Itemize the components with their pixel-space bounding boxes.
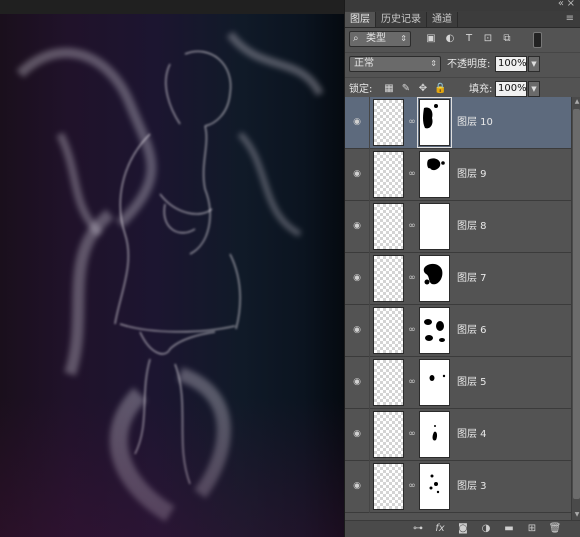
layer-mask-thumbnail[interactable] [419, 463, 450, 510]
smart-object-filter-icon[interactable]: ⧉ [501, 33, 513, 45]
layer-thumbnail [373, 255, 404, 302]
layer-row[interactable]: ◉ ∞ 图层 10 [345, 97, 571, 149]
layer-name[interactable]: 图层 5 [457, 377, 487, 389]
layer-row[interactable]: ◉ ∞ 图层 8 [345, 201, 571, 253]
fill-input[interactable]: 100% [495, 81, 527, 97]
layer-mask-thumbnail[interactable] [419, 411, 450, 458]
eye-icon[interactable]: ◉ [351, 429, 363, 439]
opacity-input[interactable]: 100% [495, 56, 527, 72]
lock-position-move-icon[interactable]: ✥ [417, 83, 429, 95]
layer-thumbnail [373, 307, 404, 354]
fill-dropdown-icon[interactable]: ▼ [528, 81, 540, 97]
document-canvas-area[interactable] [0, 0, 344, 537]
adjustment-layer-filter-icon[interactable]: ◐ [444, 33, 456, 45]
link-icon[interactable]: ∞ [408, 481, 416, 492]
shape-layer-filter-icon[interactable]: ⊡ [482, 33, 494, 45]
link-icon[interactable]: ∞ [408, 429, 416, 440]
group-folder-icon[interactable]: ▬ [502, 523, 516, 535]
new-layer-icon[interactable]: ⊞ [525, 523, 539, 535]
layers-panel: « × 图层 历史记录 通道 ≡ ⌕ 类型 ⇕ ▣ ◐ T ⊡ ⧉ 正常 ⇕ 不… [344, 0, 580, 537]
filter-kind-select[interactable]: ⌕ 类型 ⇕ [349, 31, 411, 47]
eye-icon[interactable]: ◉ [351, 481, 363, 491]
opacity-dropdown-icon[interactable]: ▼ [528, 56, 540, 72]
layers-panel-footer: ⊶ fx ◙ ◑ ▬ ⊞ 🗑 [345, 520, 580, 537]
updown-arrow-icon: ⇕ [400, 34, 407, 43]
layer-thumbnail [373, 151, 404, 198]
updown-arrow-icon: ⇕ [430, 59, 437, 68]
tab-channels[interactable]: 通道 [427, 12, 458, 27]
add-mask-icon[interactable]: ◙ [456, 523, 470, 535]
panel-menu-icon[interactable]: ≡ [566, 13, 574, 24]
layer-name[interactable]: 图层 3 [457, 481, 487, 493]
link-icon[interactable]: ∞ [408, 117, 416, 128]
adjustment-icon[interactable]: ◑ [479, 523, 493, 535]
opacity-label: 不透明度: [447, 59, 491, 70]
trash-icon[interactable]: 🗑 [548, 523, 562, 535]
layer-row[interactable]: ◉ ∞ 图层 6 [345, 305, 571, 357]
blend-opacity-row: 正常 ⇕ 不透明度: 100% ▼ [345, 52, 580, 77]
layer-name[interactable]: 图层 6 [457, 325, 487, 337]
fill-label: 填充: [469, 84, 493, 95]
eye-icon[interactable]: ◉ [351, 169, 363, 179]
smoke-figure-artwork[interactable] [0, 14, 344, 537]
layer-thumbnail [373, 203, 404, 250]
layer-list: ◉ ∞ 图层 10 ◉ ∞ 图层 9 ◉ ∞ 图层 8 ◉ ∞ 图层 7 ◉ ∞… [345, 97, 571, 520]
layer-name[interactable]: 图层 4 [457, 429, 487, 441]
layer-thumbnail [373, 463, 404, 510]
layer-row[interactable]: ◉ ∞ 图层 9 [345, 149, 571, 201]
lock-image-pixels-brush-icon[interactable]: ✎ [400, 83, 412, 95]
layer-mask-thumbnail[interactable] [419, 203, 450, 250]
layer-thumbnail [373, 99, 404, 146]
blend-mode-value: 正常 [354, 58, 374, 69]
tab-layers[interactable]: 图层 [345, 12, 376, 27]
scroll-down-icon[interactable]: ▼ [573, 511, 580, 519]
eye-icon[interactable]: ◉ [351, 325, 363, 335]
blend-mode-select[interactable]: 正常 ⇕ [349, 56, 441, 72]
search-icon: ⌕ [353, 33, 359, 44]
tab-history[interactable]: 历史记录 [376, 12, 427, 27]
layer-row[interactable]: ◉ ∞ 图层 4 [345, 409, 571, 461]
scroll-up-icon[interactable]: ▲ [573, 98, 580, 106]
layer-mask-thumbnail[interactable] [419, 255, 450, 302]
filter-toggle-switch[interactable] [533, 32, 542, 48]
layer-name[interactable]: 图层 10 [457, 117, 493, 129]
layer-mask-thumbnail[interactable] [419, 151, 450, 198]
fx-icon[interactable]: fx [433, 523, 447, 535]
lock-label: 锁定: [349, 84, 373, 95]
lock-all-icon[interactable]: 🔒 [434, 83, 446, 95]
eye-icon[interactable]: ◉ [351, 377, 363, 387]
layer-name[interactable]: 图层 9 [457, 169, 487, 181]
lock-transparent-pixels-icon[interactable]: ▦ [383, 83, 395, 95]
layer-row[interactable]: ◉ ∞ 图层 3 [345, 461, 571, 513]
link-layers-icon[interactable]: ⊶ [411, 523, 425, 535]
layer-filter-row: ⌕ 类型 ⇕ ▣ ◐ T ⊡ ⧉ [345, 28, 580, 52]
link-icon[interactable]: ∞ [408, 273, 416, 284]
panel-title-strip: « × [345, 0, 580, 11]
smoke-figure-illustration [16, 31, 324, 522]
layer-thumbnail [373, 359, 404, 406]
pixel-layer-filter-icon[interactable]: ▣ [425, 33, 437, 45]
link-icon[interactable]: ∞ [408, 221, 416, 232]
layer-mask-thumbnail[interactable] [419, 307, 450, 354]
layer-thumbnail [373, 411, 404, 458]
link-icon[interactable]: ∞ [408, 169, 416, 180]
layer-name[interactable]: 图层 7 [457, 273, 487, 285]
layer-name[interactable]: 图层 8 [457, 221, 487, 233]
eye-icon[interactable]: ◉ [351, 273, 363, 283]
layer-list-scrollbar[interactable]: ▲ ▼ [571, 97, 580, 520]
layer-row[interactable]: ◉ ∞ 图层 7 [345, 253, 571, 305]
eye-icon[interactable]: ◉ [351, 117, 363, 127]
layer-mask-thumbnail[interactable] [419, 359, 450, 406]
collapse-panel-icon[interactable]: « [558, 0, 564, 9]
close-panel-icon[interactable]: × [567, 0, 575, 9]
scrollbar-thumb[interactable] [573, 109, 580, 499]
layer-row[interactable]: ◉ ∞ 图层 5 [345, 357, 571, 409]
layer-mask-thumbnail[interactable] [417, 97, 452, 148]
eye-icon[interactable]: ◉ [351, 221, 363, 231]
type-layer-filter-icon[interactable]: T [463, 33, 475, 45]
link-icon[interactable]: ∞ [408, 377, 416, 388]
link-icon[interactable]: ∞ [408, 325, 416, 336]
panel-tabs: 图层 历史记录 通道 ≡ [345, 11, 580, 28]
filter-kind-label: 类型 [366, 33, 386, 44]
